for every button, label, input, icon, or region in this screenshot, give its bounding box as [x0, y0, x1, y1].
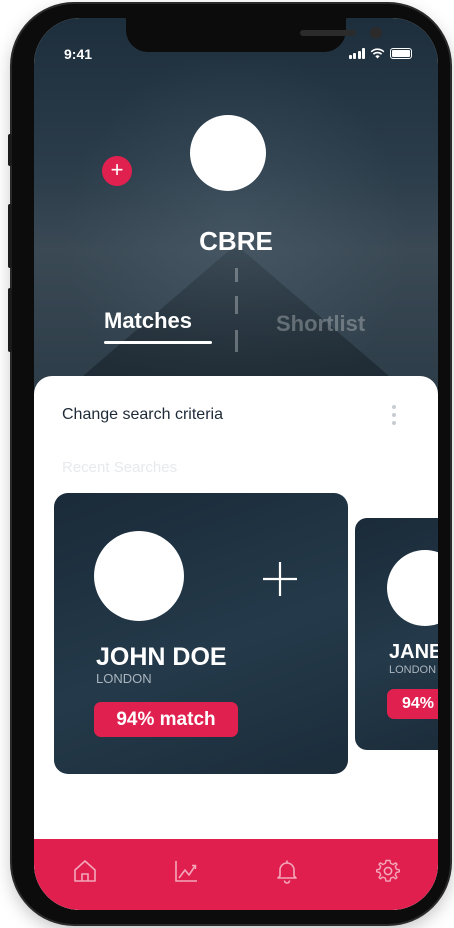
avatar [387, 550, 438, 626]
add-to-shortlist-icon[interactable] [261, 560, 299, 598]
nav-notifications[interactable] [267, 851, 307, 891]
camera [370, 27, 382, 39]
candidate-name: JOHN DOE [96, 643, 227, 671]
avatar [190, 115, 266, 191]
tab-matches[interactable]: Matches [104, 308, 192, 334]
road-marking [235, 330, 238, 352]
nav-analytics[interactable] [166, 851, 206, 891]
header-background [34, 18, 438, 418]
candidate-name: JANE [389, 641, 438, 663]
app-screen: 9:41 + CBRE Matches Shortlist Change sea… [34, 18, 438, 910]
signal-icon [348, 48, 365, 59]
battery-icon [390, 48, 412, 59]
road-marking [235, 268, 238, 282]
change-search-criteria-link[interactable]: Change search criteria [62, 406, 223, 424]
profile-avatar[interactable] [190, 115, 266, 191]
active-tab-indicator [104, 341, 212, 344]
speaker [300, 30, 356, 36]
bell-icon [276, 860, 297, 884]
match-card[interactable]: JANE LONDON 94% match [355, 518, 438, 750]
match-badge: 94% match [94, 702, 238, 737]
wifi-icon [370, 48, 385, 59]
status-time: 9:41 [64, 46, 93, 62]
plus-icon: + [110, 157, 124, 182]
candidate-city: LONDON [389, 664, 437, 676]
tab-shortlist[interactable]: Shortlist [276, 311, 365, 337]
notch [126, 18, 382, 52]
road-marking [235, 296, 238, 314]
vertical-dots-icon[interactable] [392, 405, 396, 425]
chart-icon [174, 860, 197, 882]
mute-switch [8, 134, 12, 166]
volume-down-button [8, 288, 12, 352]
match-badge: 94% match [387, 689, 438, 719]
gear-icon [375, 859, 400, 882]
nav-settings[interactable] [368, 851, 408, 891]
match-card[interactable]: JOHN DOE LONDON 94% match [54, 493, 348, 774]
candidate-city: LONDON [96, 671, 152, 686]
volume-up-button [8, 204, 12, 268]
recent-searches-label: Recent Searches [62, 459, 178, 476]
avatar [94, 531, 184, 621]
bottom-tab-bar [34, 839, 438, 910]
status-icons [348, 48, 412, 59]
add-photo-button[interactable]: + [102, 156, 132, 186]
home-icon [73, 859, 96, 882]
nav-home[interactable] [65, 851, 105, 891]
profile-name: CBRE [199, 226, 273, 256]
